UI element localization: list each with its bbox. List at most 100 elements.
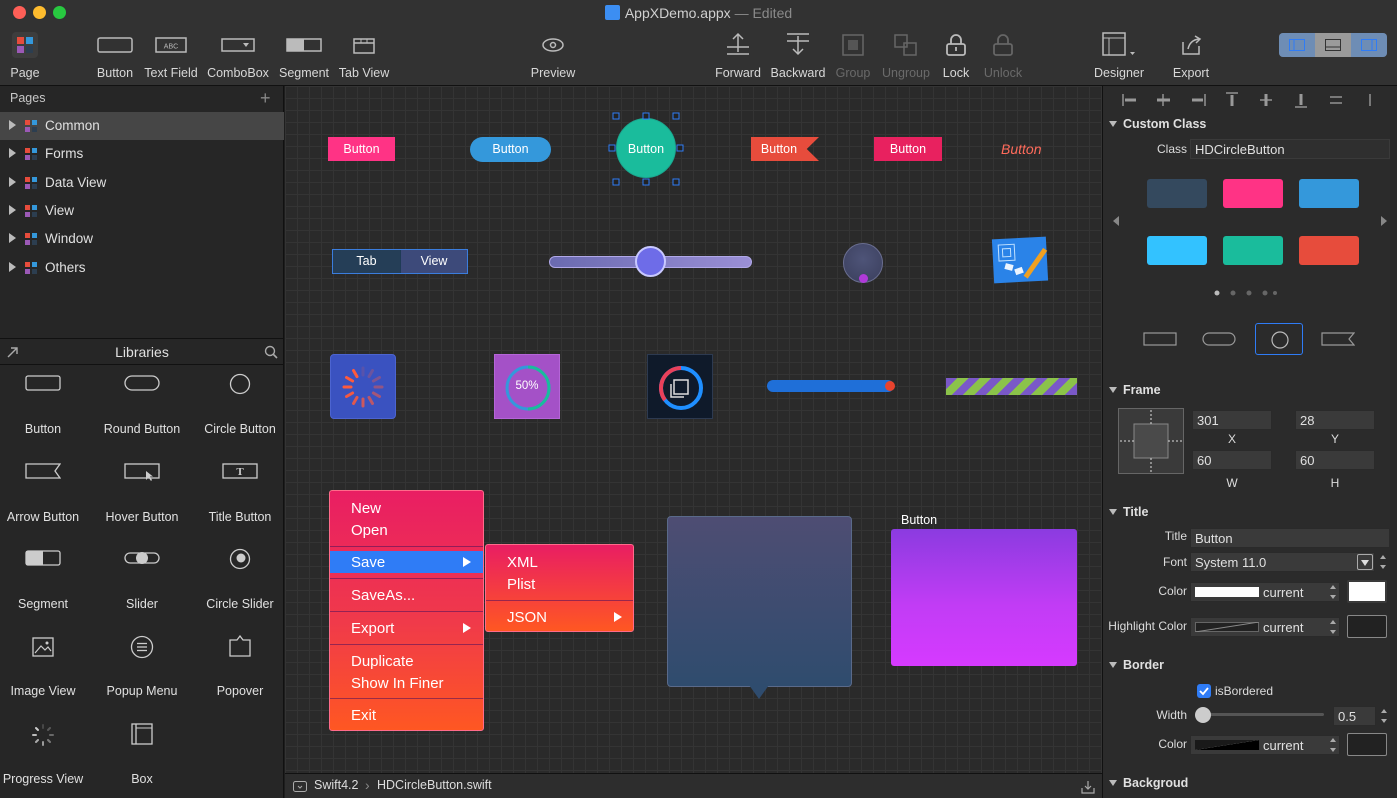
toggle-left-panel-button[interactable] — [1279, 33, 1315, 57]
preview-button[interactable]: Preview — [526, 26, 580, 86]
shape-arrow-option[interactable] — [1321, 330, 1355, 348]
page-item[interactable]: View — [0, 197, 284, 225]
align-bottom-icon[interactable] — [1295, 94, 1307, 108]
disclosure-triangle-icon[interactable] — [9, 233, 16, 244]
canvas-slider-knob[interactable] — [635, 246, 666, 277]
border-color-well[interactable] — [1347, 733, 1387, 756]
menu-item-show-in-finer[interactable]: Show In Finer — [351, 675, 444, 692]
style-swatch-cyan[interactable] — [1147, 236, 1207, 265]
disclosure-triangle-icon[interactable] — [9, 148, 16, 159]
canvas-title-button[interactable]: Button — [1001, 141, 1041, 157]
library-image-view[interactable]: Image View — [0, 627, 91, 713]
frame-h-input[interactable]: 60 — [1295, 450, 1375, 470]
frame-y-input[interactable]: 28 — [1295, 410, 1375, 430]
style-swatch-red[interactable] — [1299, 236, 1359, 265]
canvas-round-button[interactable]: Button — [470, 137, 551, 162]
menu-item-save-highlighted[interactable]: Save — [330, 551, 483, 573]
library-popover[interactable]: Popover — [192, 627, 288, 713]
page-dot[interactable] — [1230, 290, 1236, 296]
library-button[interactable]: Button — [0, 365, 91, 451]
group-button[interactable]: Group — [832, 26, 874, 86]
button-tool[interactable]: Button — [92, 26, 138, 86]
submenu-item-xml[interactable]: XML — [507, 554, 538, 571]
page-item[interactable]: Window — [0, 225, 284, 253]
align-left-icon[interactable] — [1122, 94, 1136, 106]
menu-item-exit[interactable]: Exit — [351, 707, 376, 724]
frame-w-input[interactable]: 60 — [1192, 450, 1272, 470]
title-color-well[interactable] — [1347, 580, 1387, 603]
canvas-circle-slider[interactable] — [843, 243, 883, 283]
menu-item-export[interactable]: Export — [351, 620, 394, 637]
is-bordered-checkbox[interactable] — [1197, 684, 1211, 698]
swatch-prev-icon[interactable] — [1113, 216, 1119, 226]
library-circle-button[interactable]: Circle Button — [192, 365, 288, 451]
section-title[interactable]: Title — [1109, 505, 1148, 519]
border-color-stepper[interactable] — [1328, 735, 1338, 755]
autoresize-mask-control[interactable] — [1118, 408, 1184, 474]
border-width-input[interactable]: 0.5 — [1333, 706, 1376, 726]
align-top-icon[interactable] — [1226, 92, 1238, 106]
section-background[interactable]: Backgroud — [1109, 776, 1188, 790]
add-page-icon[interactable]: + — [260, 88, 271, 109]
segment-tab[interactable]: Tab — [333, 250, 400, 273]
submenu-item-json[interactable]: JSON — [507, 609, 547, 626]
page-item[interactable]: Forms — [0, 140, 284, 168]
ungroup-button[interactable]: Ungroup — [878, 26, 934, 86]
border-width-slider-track[interactable] — [1196, 713, 1324, 716]
page-item[interactable]: Data View — [0, 169, 284, 197]
designer-menu-button[interactable]: Designer — [1090, 26, 1148, 86]
disclosure-triangle-icon[interactable] — [9, 176, 16, 187]
canvas-popover[interactable] — [667, 516, 852, 687]
menu-item-duplicate[interactable]: Duplicate — [351, 653, 414, 670]
shape-rect-option[interactable] — [1143, 330, 1177, 348]
section-border[interactable]: Border — [1109, 658, 1164, 672]
library-box[interactable]: Box — [94, 715, 190, 798]
download-icon[interactable] — [1081, 780, 1095, 794]
shape-round-option[interactable] — [1202, 330, 1236, 348]
class-input[interactable]: HDCircleButton — [1190, 139, 1390, 159]
circle-slider-knob[interactable] — [859, 274, 868, 283]
text-field-tool[interactable]: ABC Text Field — [142, 26, 200, 86]
highlight-color-well[interactable] — [1347, 615, 1387, 638]
section-custom-class[interactable]: Custom Class — [1109, 117, 1206, 131]
forward-button[interactable]: Forward — [712, 26, 764, 86]
library-popup-menu[interactable]: Popup Menu — [94, 627, 190, 713]
canvas-hover-button[interactable]: Button — [874, 137, 942, 161]
frame-x-input[interactable]: 301 — [1192, 410, 1272, 430]
library-title-button[interactable]: T Title Button — [192, 453, 288, 539]
align-right-icon[interactable] — [1192, 94, 1206, 106]
swatch-next-icon[interactable] — [1381, 216, 1387, 226]
highlight-color-select[interactable]: current — [1190, 617, 1340, 637]
border-width-stepper[interactable] — [1379, 706, 1389, 726]
border-width-slider-knob[interactable] — [1195, 707, 1211, 723]
align-center-v-icon[interactable] — [1260, 94, 1272, 106]
menu-item-new[interactable]: New — [351, 500, 381, 517]
library-progress-view[interactable]: Progress View — [0, 715, 91, 798]
page-dot[interactable] — [1246, 290, 1252, 296]
highlight-color-stepper[interactable] — [1328, 617, 1338, 637]
shape-circle-option-selected[interactable] — [1255, 323, 1303, 355]
library-round-button[interactable]: Round Button — [94, 365, 190, 451]
library-circle-slider[interactable]: Circle Slider — [192, 540, 288, 626]
unlock-button[interactable]: Unlock — [980, 26, 1026, 86]
canvas-image-view[interactable] — [991, 236, 1049, 284]
title-color-select[interactable]: current — [1190, 582, 1340, 602]
selection-handles[interactable] — [608, 112, 684, 186]
align-center-h-icon[interactable] — [1157, 94, 1170, 106]
segment-tool[interactable]: Segment — [277, 26, 331, 86]
title-input[interactable]: Button — [1190, 528, 1390, 548]
breadcrumb-language[interactable]: Swift4.2 — [314, 778, 358, 792]
menu-item-open[interactable]: Open — [351, 522, 388, 539]
design-canvas[interactable]: Button Button Button Button Button Butto… — [285, 86, 1102, 773]
menu-item-saveas[interactable]: SaveAs... — [351, 587, 415, 604]
canvas-arrow-button[interactable]: Button — [751, 137, 819, 161]
page-dot-active[interactable] — [1214, 290, 1220, 296]
style-swatch-pink[interactable] — [1223, 179, 1283, 208]
export-button[interactable]: Export — [1166, 26, 1216, 86]
page-item[interactable]: Common — [0, 112, 284, 140]
style-swatch-blue[interactable] — [1299, 179, 1359, 208]
library-arrow-button[interactable]: Arrow Button — [0, 453, 91, 539]
library-slider[interactable]: Slider — [94, 540, 190, 626]
font-picker-button[interactable] — [1357, 554, 1373, 570]
canvas-pink-button[interactable]: Button — [328, 137, 395, 161]
